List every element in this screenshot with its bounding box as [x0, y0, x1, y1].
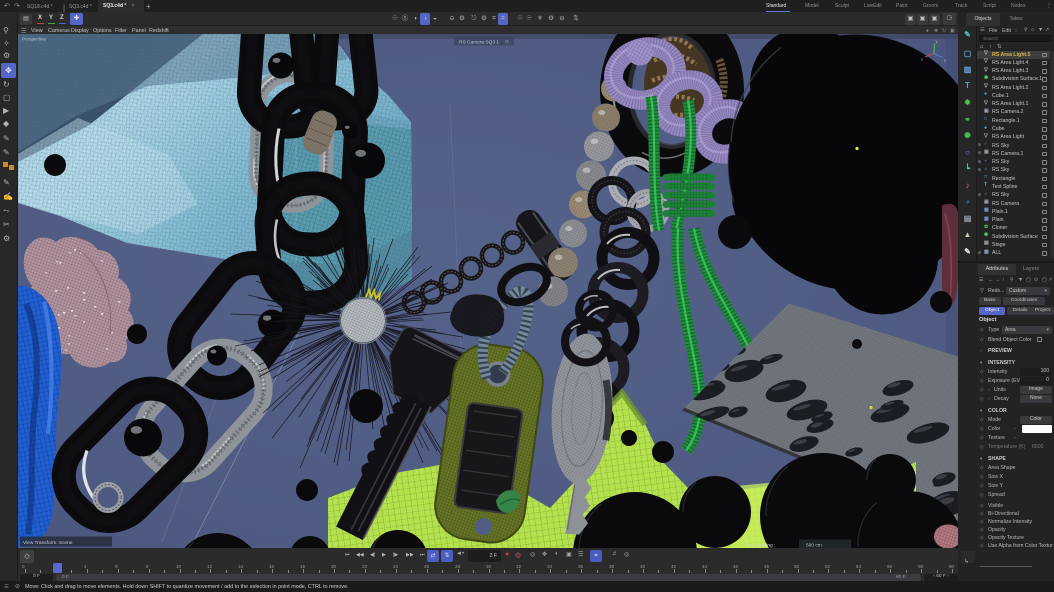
svg-text:z: z	[944, 58, 946, 62]
svg-text:x: x	[921, 57, 923, 61]
svg-text:y: y	[936, 39, 938, 43]
svg-text:RS Camera SQ3 1: RS Camera SQ3 1	[459, 39, 499, 45]
svg-text:View Transform: Scene: View Transform: Scene	[23, 540, 73, 546]
svg-text:Perspective: Perspective	[22, 36, 46, 41]
